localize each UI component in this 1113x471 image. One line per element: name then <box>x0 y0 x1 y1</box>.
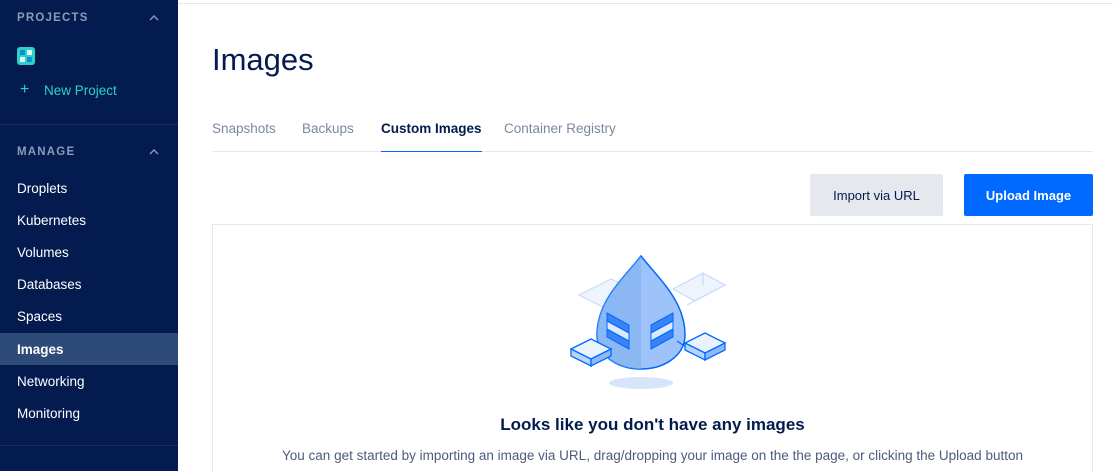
sidebar-item-images[interactable]: Images <box>0 333 178 365</box>
tab-container-registry[interactable]: Container Registry <box>504 121 616 152</box>
sidebar-item-databases[interactable]: Databases <box>0 268 178 300</box>
manage-section-title: MANAGE <box>17 146 76 158</box>
projects-section-title: PROJECTS <box>17 12 89 24</box>
sidebar-item-monitoring[interactable]: Monitoring <box>0 397 178 429</box>
manage-section-header[interactable]: MANAGE <box>17 144 160 160</box>
empty-state-description: You can get started by importing an imag… <box>282 448 1023 463</box>
plus-icon: + <box>20 81 30 98</box>
tab-snapshots[interactable]: Snapshots <box>212 121 276 152</box>
tab-custom-images[interactable]: Custom Images <box>381 121 482 152</box>
sidebar-item-kubernetes[interactable]: Kubernetes <box>0 204 178 236</box>
sidebar-item-droplets[interactable]: Droplets <box>0 172 178 204</box>
upload-image-button[interactable]: Upload Image <box>964 174 1093 216</box>
sidebar-item-label: Spaces <box>17 308 63 324</box>
page-title: Images <box>212 42 314 77</box>
empty-state-panel: Looks like you don't have any images You… <box>212 224 1093 471</box>
sidebar-item-spaces[interactable]: Spaces <box>0 300 178 332</box>
sidebar: PROJECTS + New Project MANAGE Droplets K… <box>0 0 178 471</box>
sidebar-item-networking[interactable]: Networking <box>0 365 178 397</box>
sidebar-item-label: Databases <box>17 276 82 292</box>
sidebar-item-label: Monitoring <box>17 405 81 421</box>
sidebar-item-label: Networking <box>17 373 85 389</box>
sidebar-divider <box>0 124 178 125</box>
project-logo-icon[interactable] <box>17 47 35 65</box>
tab-bar: Snapshots Backups Custom Images Containe… <box>212 114 1093 152</box>
droplet-illustration <box>565 249 735 394</box>
sidebar-divider <box>0 445 178 446</box>
projects-section-header[interactable]: PROJECTS <box>17 10 160 26</box>
chevron-up-icon[interactable] <box>148 12 160 24</box>
sidebar-item-label: Droplets <box>17 180 68 196</box>
new-project-label: New Project <box>44 82 117 98</box>
import-via-url-button[interactable]: Import via URL <box>810 174 943 216</box>
sidebar-item-label: Kubernetes <box>17 212 87 228</box>
empty-state-title: Looks like you don't have any images <box>500 415 805 434</box>
sidebar-item-label: Images <box>17 341 64 357</box>
new-project-button[interactable]: + New Project <box>20 81 117 99</box>
chevron-up-icon[interactable] <box>148 146 160 158</box>
tab-backups[interactable]: Backups <box>302 121 354 152</box>
sidebar-item-volumes[interactable]: Volumes <box>0 236 178 268</box>
top-bar <box>178 0 1113 4</box>
sidebar-item-label: Volumes <box>17 244 69 260</box>
